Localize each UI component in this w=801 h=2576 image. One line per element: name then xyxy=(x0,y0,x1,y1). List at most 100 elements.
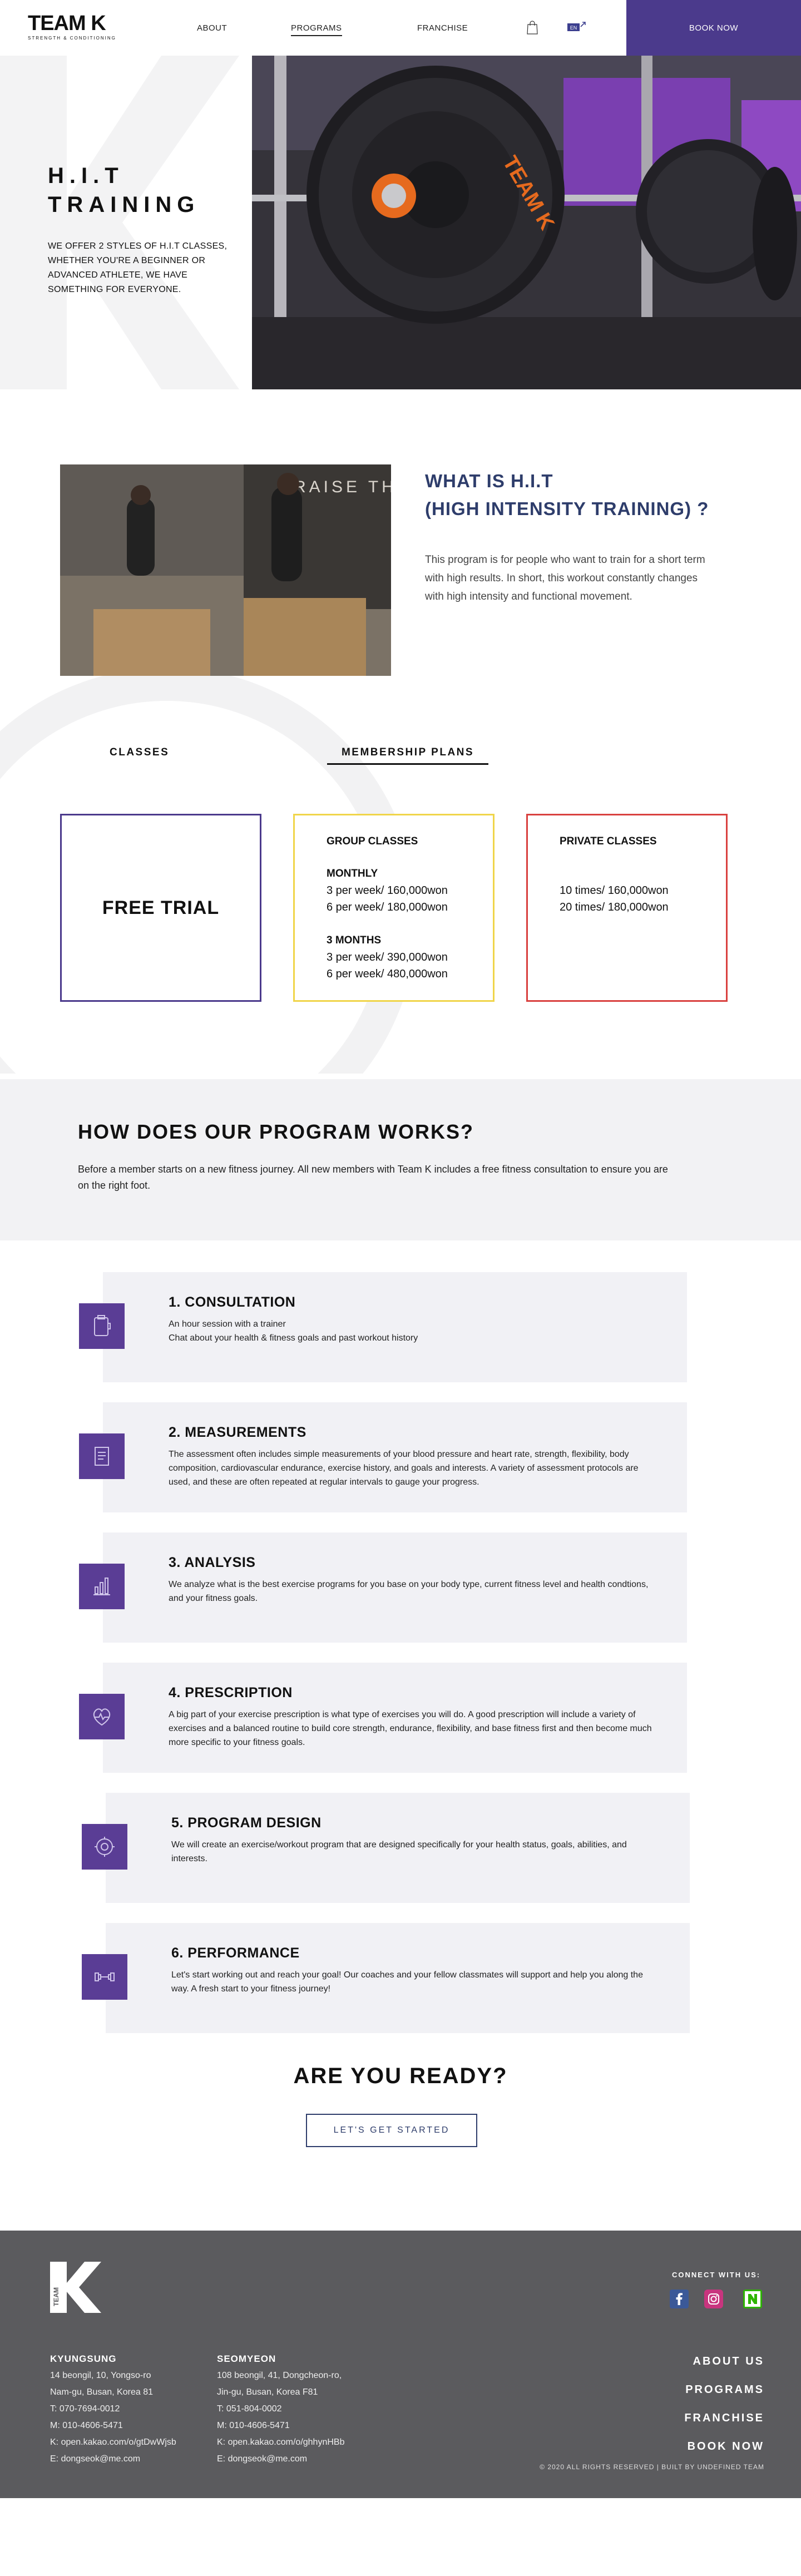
how-it-works-text: Before a member starts on a new fitness … xyxy=(78,1164,668,1191)
barbell-plate-illustration: TEAM K xyxy=(252,56,801,389)
what-title-line1: WHAT IS H.I.T xyxy=(425,471,553,491)
connect-label: CONNECT WITH US: xyxy=(672,2271,761,2279)
dial-icon xyxy=(82,1824,127,1870)
footer-nav: ABOUT US PROGRAMS FRANCHISE BOOK NOW xyxy=(684,2347,764,2461)
private-classes-card[interactable]: PRIVATE CLASSES 10 times/ 160,000won 20 … xyxy=(526,814,728,1002)
box-jump-photo: RAISE THE BAR xyxy=(60,464,391,676)
dumbbell-icon xyxy=(82,1954,127,2000)
k-watermark-icon xyxy=(0,56,245,389)
tab-membership-plans[interactable]: MEMBERSHIP PLANS xyxy=(327,746,488,765)
wall-raise-text: RAISE THE BAR xyxy=(294,478,391,496)
program-steps: 1. CONSULTATION An hour session with a t… xyxy=(0,1240,801,2047)
seomyeon-line: 108 beongil, 41, Dongcheon-ro, xyxy=(217,2371,342,2380)
kyungsung-kakao-link[interactable]: K: open.kakao.com/o/gtDwWjsb xyxy=(50,2434,176,2451)
free-trial-card[interactable]: FREE TRIAL xyxy=(60,814,261,1002)
ready-title: ARE YOU READY? xyxy=(293,2064,508,2088)
ready-section: ARE YOU READY? LET'S GET STARTED xyxy=(0,2047,801,2231)
step-desc-measurements: The assessment often includes simple mea… xyxy=(169,1450,639,1487)
what-title-line2: (HIGH INTENSITY TRAINING) ? xyxy=(425,498,709,519)
team-k-logo[interactable]: TEAM K STRENGTH & CONDITIONING xyxy=(28,12,117,41)
step-title-program-design: 5. PROGRAM DESIGN xyxy=(171,1815,322,1831)
group-classes-card[interactable]: GROUP CLASSES MONTHLY 3 per week/ 160,00… xyxy=(293,814,495,1002)
clipboard-icon xyxy=(79,1303,125,1349)
nav-programs[interactable]: PROGRAMS xyxy=(291,23,342,36)
kyungsung-line: 14 beongil, 10, Yongso-ro xyxy=(50,2371,151,2380)
step-title-consultation: 1. CONSULTATION xyxy=(169,1294,296,1310)
step-desc-prescription: A big part of your exercise prescription… xyxy=(169,1710,652,1747)
kyungsung-line: Nam-gu, Busan, Korea 81 xyxy=(50,2387,153,2397)
private-classes-title: PRIVATE CLASSES xyxy=(560,835,657,847)
what-is-hit-text: This program is for people who want to t… xyxy=(425,554,705,602)
monthly-price-6: 6 per week/ 180,000won xyxy=(327,901,448,913)
site-footer: TEAM CONNECT WITH US: KYUNGSUNG 14 beong… xyxy=(0,2231,801,2498)
step-desc-analysis: We analyze what is the best exercise pro… xyxy=(169,1580,649,1603)
seomyeon-line: Jin-gu, Busan, Korea F81 xyxy=(217,2387,318,2397)
how-it-works-section: HOW DOES OUR PROGRAM WORKS? Before a mem… xyxy=(0,1079,801,1240)
seomyeon-email-link[interactable]: E: dongseok@me.com xyxy=(217,2451,344,2468)
barbell-photo: TEAM K xyxy=(252,56,801,389)
seomyeon-phone: T: 051-804-0002 xyxy=(217,2404,282,2414)
get-started-button[interactable]: LET'S GET STARTED xyxy=(306,2114,477,2147)
box-jump-illustration: RAISE THE BAR xyxy=(60,464,391,676)
nav-about[interactable]: ABOUT xyxy=(197,23,227,33)
private-price-20: 20 times/ 180,000won xyxy=(560,901,669,913)
kyungsung-phone: T: 070-7694-0012 xyxy=(50,2404,120,2414)
monthly-price-3: 3 per week/ 160,000won xyxy=(327,884,448,897)
logo-wordmark: TEAM K xyxy=(28,12,106,35)
step-title-analysis: 3. ANALYSIS xyxy=(169,1555,256,1570)
tab-classes[interactable]: CLASSES xyxy=(110,746,169,759)
hero-text-panel: H.I.T TRAINING WE OFFER 2 STYLES OF H.I.… xyxy=(0,56,252,389)
hero-section: H.I.T TRAINING WE OFFER 2 STYLES OF H.I.… xyxy=(0,56,801,389)
instagram-icon[interactable] xyxy=(704,2290,723,2308)
seomyeon-mobile: M: 010-4606-5471 xyxy=(217,2421,290,2430)
seomyeon-address: SEOMYEON 108 beongil, 41, Dongcheon-ro, … xyxy=(217,2351,344,2468)
private-prices: 10 times/ 160,000won 20 times/ 180,000wo… xyxy=(560,882,669,916)
monthly-label: MONTHLY xyxy=(327,868,378,879)
what-is-hit-section: RAISE THE BAR WHAT IS H.I.T (HIGH INTENS… xyxy=(0,389,801,1074)
footer-link-programs[interactable]: PROGRAMS xyxy=(684,2376,764,2404)
footer-link-about-us[interactable]: ABOUT US xyxy=(684,2347,764,2376)
what-is-hit-title: WHAT IS H.I.T (HIGH INTENSITY TRAINING) … xyxy=(425,467,770,523)
footer-logo-text: TEAM xyxy=(52,2287,60,2306)
group-monthly-block: MONTHLY 3 per week/ 160,000won 6 per wee… xyxy=(327,866,448,916)
heart-pulse-icon xyxy=(79,1694,125,1739)
language-label: EN xyxy=(570,25,577,31)
logo-tagline: STRENGTH & CONDITIONING xyxy=(28,36,116,41)
naver-icon[interactable] xyxy=(743,2290,762,2308)
step-desc-performance: Let's start working out and reach your g… xyxy=(171,1970,643,1994)
book-now-button[interactable]: BOOK NOW xyxy=(626,0,801,56)
footer-k-logo-icon[interactable]: TEAM xyxy=(50,2262,101,2313)
three-months-price-3: 3 per week/ 390,000won xyxy=(327,951,448,963)
shopping-bag-icon[interactable] xyxy=(526,20,538,34)
group-classes-title: GROUP CLASSES xyxy=(327,835,418,847)
facebook-icon[interactable] xyxy=(670,2290,689,2308)
kyungsung-heading: KYUNGSUNG xyxy=(50,2353,117,2364)
private-price-10: 10 times/ 160,000won xyxy=(560,884,669,897)
footer-link-book-now[interactable]: BOOK NOW xyxy=(684,2432,764,2461)
kyungsung-mobile: M: 010-4606-5471 xyxy=(50,2421,123,2430)
hero-title-line1: H.I.T xyxy=(48,164,124,188)
step-desc-program-design: We will create an exercise/workout progr… xyxy=(171,1840,627,1863)
three-months-label: 3 MONTHS xyxy=(327,935,382,946)
free-trial-label: FREE TRIAL xyxy=(102,897,220,918)
step-title-prescription: 4. PRESCRIPTION xyxy=(169,1685,293,1700)
nav-franchise[interactable]: FRANCHISE xyxy=(417,23,468,33)
seomyeon-heading: SEOMYEON xyxy=(217,2353,276,2364)
step-title-performance: 6. PERFORMANCE xyxy=(171,1945,300,1961)
plans-section: CLASSES MEMBERSHIP PLANS FREE TRIAL GROU… xyxy=(0,734,801,1079)
site-header: TEAM K STRENGTH & CONDITIONING ABOUT PRO… xyxy=(0,0,801,56)
kyungsung-email-link[interactable]: E: dongseok@me.com xyxy=(50,2451,176,2468)
how-it-works-title: HOW DOES OUR PROGRAM WORKS? xyxy=(78,1120,474,1143)
language-switch-icon[interactable]: EN xyxy=(567,21,586,32)
checklist-icon xyxy=(79,1433,125,1479)
hero-title-line2: TRAINING xyxy=(48,192,200,217)
step-desc-consultation: An hour session with a trainer Chat abou… xyxy=(169,1319,418,1343)
three-months-price-6: 6 per week/ 480,000won xyxy=(327,968,448,980)
step-title-measurements: 2. MEASUREMENTS xyxy=(169,1425,306,1440)
group-3months-block: 3 MONTHS 3 per week/ 390,000won 6 per we… xyxy=(327,932,448,982)
hero-description: WE OFFER 2 STYLES OF H.I.T CLASSES, WHET… xyxy=(48,241,228,294)
copyright-text: © 2020 ALL RIGHTS RESERVED | BUILT BY UN… xyxy=(540,2463,764,2471)
footer-link-franchise[interactable]: FRANCHISE xyxy=(684,2404,764,2432)
kyungsung-address: KYUNGSUNG 14 beongil, 10, Yongso-ro Nam-… xyxy=(50,2351,176,2468)
seomyeon-kakao-link[interactable]: K: open.kakao.com/o/ghhynHBb xyxy=(217,2434,344,2451)
